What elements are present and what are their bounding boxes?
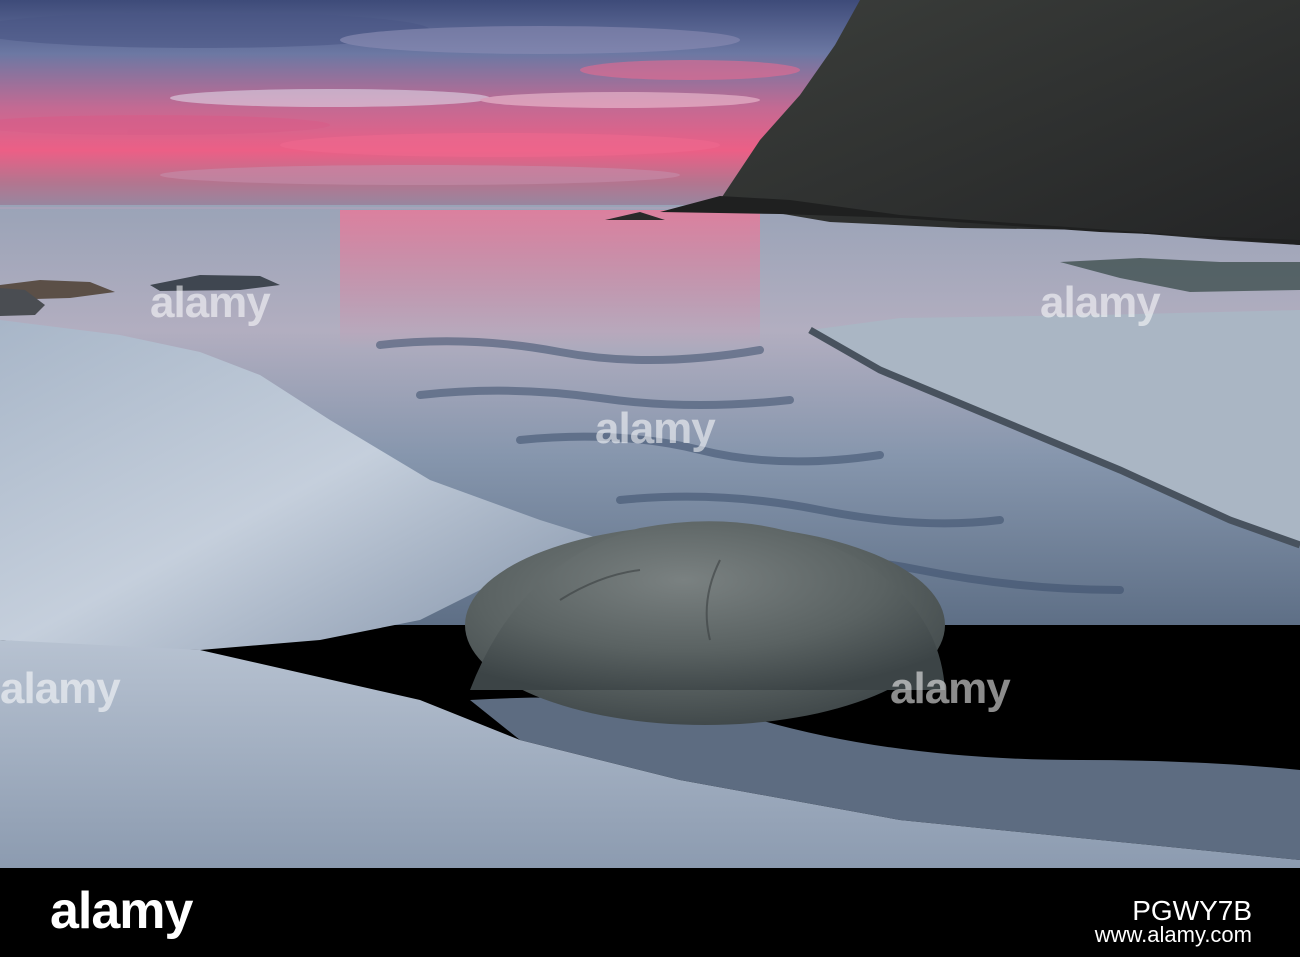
- site-url-label: www.alamy.com: [1094, 922, 1252, 947]
- alamy-logo: alamy: [50, 882, 193, 940]
- footer-bar: alamy PGWY7B www.alamy.com: [0, 868, 1300, 957]
- seascape-photo: [0, 0, 1300, 868]
- photo-frame: alamy alamy alamy alamy alamy alamy PGWY…: [0, 0, 1300, 957]
